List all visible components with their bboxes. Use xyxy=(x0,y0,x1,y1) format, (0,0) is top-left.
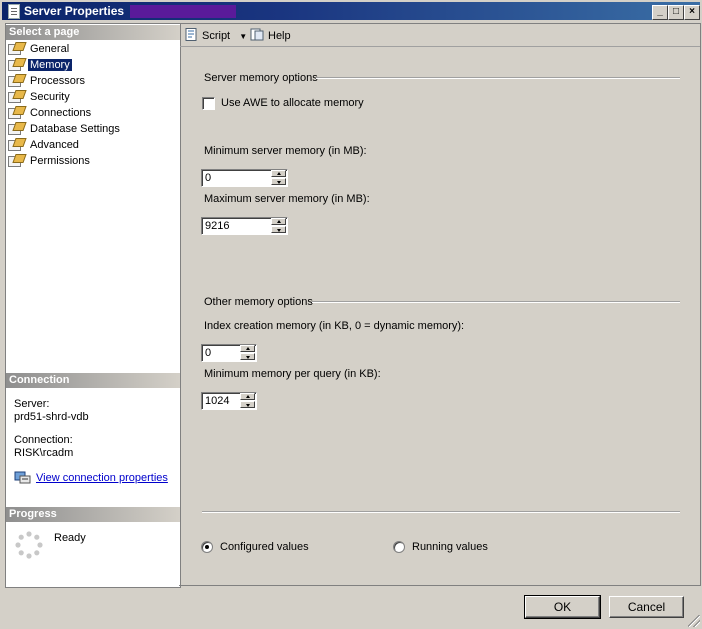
page-icon xyxy=(8,74,23,87)
page-icon xyxy=(8,138,23,151)
page-item-connections[interactable]: Connections xyxy=(8,106,93,121)
awe-label: Use AWE to allocate memory xyxy=(221,97,364,109)
toolbar: Script ▼ Help xyxy=(180,24,700,47)
help-icon xyxy=(250,28,264,41)
page-icon xyxy=(8,106,23,119)
page-icon xyxy=(8,122,23,135)
page-item-label: Database Settings xyxy=(30,123,120,135)
page-item-label: Memory xyxy=(27,58,73,72)
script-button[interactable]: Script ▼ xyxy=(184,28,247,42)
values-divider xyxy=(202,511,680,513)
min-memory-per-query-value: 1024 xyxy=(205,395,230,407)
page-item-general[interactable]: General xyxy=(8,42,71,57)
running-values-radio[interactable] xyxy=(393,541,405,553)
page-item-label: General xyxy=(30,43,70,55)
min-memory-per-query-input[interactable]: 1024 xyxy=(201,392,257,410)
script-icon xyxy=(185,28,197,41)
page-icon xyxy=(8,154,23,167)
min-memory-per-query-label: Minimum memory per query (in KB): xyxy=(204,368,381,380)
minimize-button[interactable]: _ xyxy=(652,5,668,20)
page-item-database-settings[interactable]: Database Settings xyxy=(8,122,122,137)
page-item-label: Advanced xyxy=(30,139,79,151)
configured-values-radio[interactable] xyxy=(201,541,213,553)
min-server-memory-label: Minimum server memory (in MB): xyxy=(204,145,367,157)
min-memory-per-query-spinner[interactable] xyxy=(240,393,256,409)
title-bar[interactable]: Server Properties _ □ × xyxy=(2,2,700,20)
progress-header: Progress xyxy=(6,507,180,522)
section-divider xyxy=(316,77,680,79)
server-value: prd51-shrd-vdb xyxy=(14,411,89,423)
left-pane: Select a page General Memory Processors Sec… xyxy=(5,23,181,588)
window-doc-icon xyxy=(8,4,20,19)
page-item-security[interactable]: Security xyxy=(8,90,72,105)
min-server-memory-value: 0 xyxy=(205,172,212,184)
awe-checkbox[interactable] xyxy=(202,97,215,110)
page-item-advanced[interactable]: Advanced xyxy=(8,138,81,153)
section-divider xyxy=(312,301,680,303)
index-creation-memory-label: Index creation memory (in KB, 0 = dynami… xyxy=(204,320,465,332)
page-item-label: Processors xyxy=(30,75,86,87)
page-icon xyxy=(8,42,23,55)
index-creation-memory-value: 0 xyxy=(205,347,212,359)
window-title: Server Properties xyxy=(24,4,125,18)
max-server-memory-spinner[interactable] xyxy=(271,218,287,234)
close-button[interactable]: × xyxy=(684,5,700,20)
page-item-label: Permissions xyxy=(30,155,90,167)
connection-properties-icon xyxy=(14,471,31,484)
progress-status: Ready xyxy=(54,532,86,544)
page-item-label: Security xyxy=(30,91,70,103)
view-connection-properties-link[interactable]: View connection properties xyxy=(14,470,168,484)
chevron-down-icon[interactable]: ▼ xyxy=(239,32,247,41)
index-creation-memory-input[interactable]: 0 xyxy=(201,344,257,362)
page-icon xyxy=(8,58,23,71)
ok-button[interactable]: OK xyxy=(524,595,601,619)
page-item-processors[interactable]: Processors xyxy=(8,74,87,89)
cancel-button[interactable]: Cancel xyxy=(609,596,684,618)
select-page-header: Select a page xyxy=(6,25,180,40)
page-item-memory[interactable]: Memory xyxy=(8,58,73,73)
page-icon xyxy=(8,90,23,103)
title-redaction xyxy=(130,5,236,18)
min-server-memory-input[interactable]: 0 xyxy=(201,169,288,187)
max-server-memory-value: 9216 xyxy=(205,220,230,232)
help-label: Help xyxy=(268,30,291,42)
page-item-permissions[interactable]: Permissions xyxy=(8,154,92,169)
maximize-button[interactable]: □ xyxy=(668,5,684,20)
progress-spinner-icon xyxy=(15,531,43,559)
other-memory-section-title: Other memory options xyxy=(204,296,313,308)
script-label: Script xyxy=(202,30,231,42)
connection-header: Connection xyxy=(6,373,180,388)
server-label: Server: xyxy=(14,398,50,410)
connection-value: RISK\rcadm xyxy=(14,447,74,459)
connection-label: Connection: xyxy=(14,434,73,446)
view-connection-properties-text: View connection properties xyxy=(36,472,168,484)
server-memory-section-title: Server memory options xyxy=(204,72,318,84)
page-item-label: Connections xyxy=(30,107,92,119)
index-creation-memory-spinner[interactable] xyxy=(240,345,256,361)
help-button[interactable]: Help xyxy=(250,28,291,42)
min-server-memory-spinner[interactable] xyxy=(271,170,287,186)
max-server-memory-label: Maximum server memory (in MB): xyxy=(204,193,370,205)
resize-grip[interactable] xyxy=(688,615,700,627)
max-server-memory-input[interactable]: 9216 xyxy=(201,217,288,235)
configured-values-label: Configured values xyxy=(220,541,309,553)
running-values-label: Running values xyxy=(412,541,488,553)
